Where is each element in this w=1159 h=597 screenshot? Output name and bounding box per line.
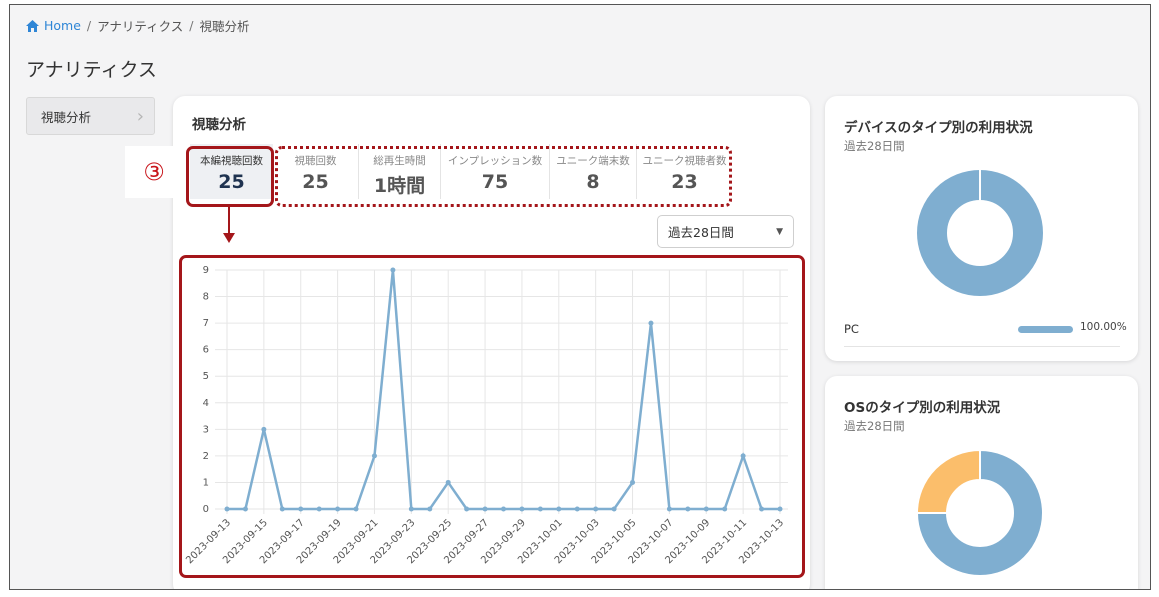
period-select-value: 過去28日間 [668,225,734,240]
period-select[interactable]: 過去28日間 ▼ [657,215,794,248]
annotation-step-number: ③ [125,146,183,198]
card-title: OSのタイプ別の利用状況 [844,400,1001,416]
os-donut-chart [915,448,1044,577]
annotation-box-chart [179,255,805,578]
annotation-arrow [228,207,230,235]
divider [844,346,1120,347]
subnav-item-label: 視聴分析 [41,109,92,125]
annotation-box-other-tabs [275,146,732,207]
legend-label: PC [844,322,859,336]
breadcrumb-home[interactable]: Home [26,18,81,33]
card-subtitle: 過去28日間 [844,139,905,153]
donut-slice [915,448,981,514]
card-title: 視聴分析 [192,117,246,133]
legend-item-pc: PC 100.00% [844,318,1127,340]
caret-down-icon: ▼ [776,226,783,237]
legend-percent: 100.00% [1080,321,1127,333]
breadcrumb-home-label: Home [44,18,81,33]
page-title: アナリティクス [26,59,157,81]
device-donut-chart [917,170,1043,296]
breadcrumb-analytics[interactable]: アナリティクス [97,16,183,35]
breadcrumb-current: 視聴分析 [199,19,250,34]
legend-bar [1018,326,1073,333]
home-icon [26,19,39,32]
breadcrumb-separator: / [189,18,194,33]
arrow-down-icon [223,233,235,243]
card-subtitle: 過去28日間 [844,419,905,433]
breadcrumb: Home / アナリティクス / 視聴分析 [26,16,250,35]
device-type-card: デバイスのタイプ別の利用状況 過去28日間 PC 100.00% [825,96,1138,361]
card-title: デバイスのタイプ別の利用状況 [844,120,1033,136]
subnav-item-viewing-analysis[interactable]: 視聴分析 › [26,97,155,135]
os-type-card: OSのタイプ別の利用状況 過去28日間 [825,376,1138,589]
chevron-right-icon: › [136,105,144,127]
annotation-box-selected-tab [186,146,274,207]
breadcrumb-separator: / [86,18,92,33]
